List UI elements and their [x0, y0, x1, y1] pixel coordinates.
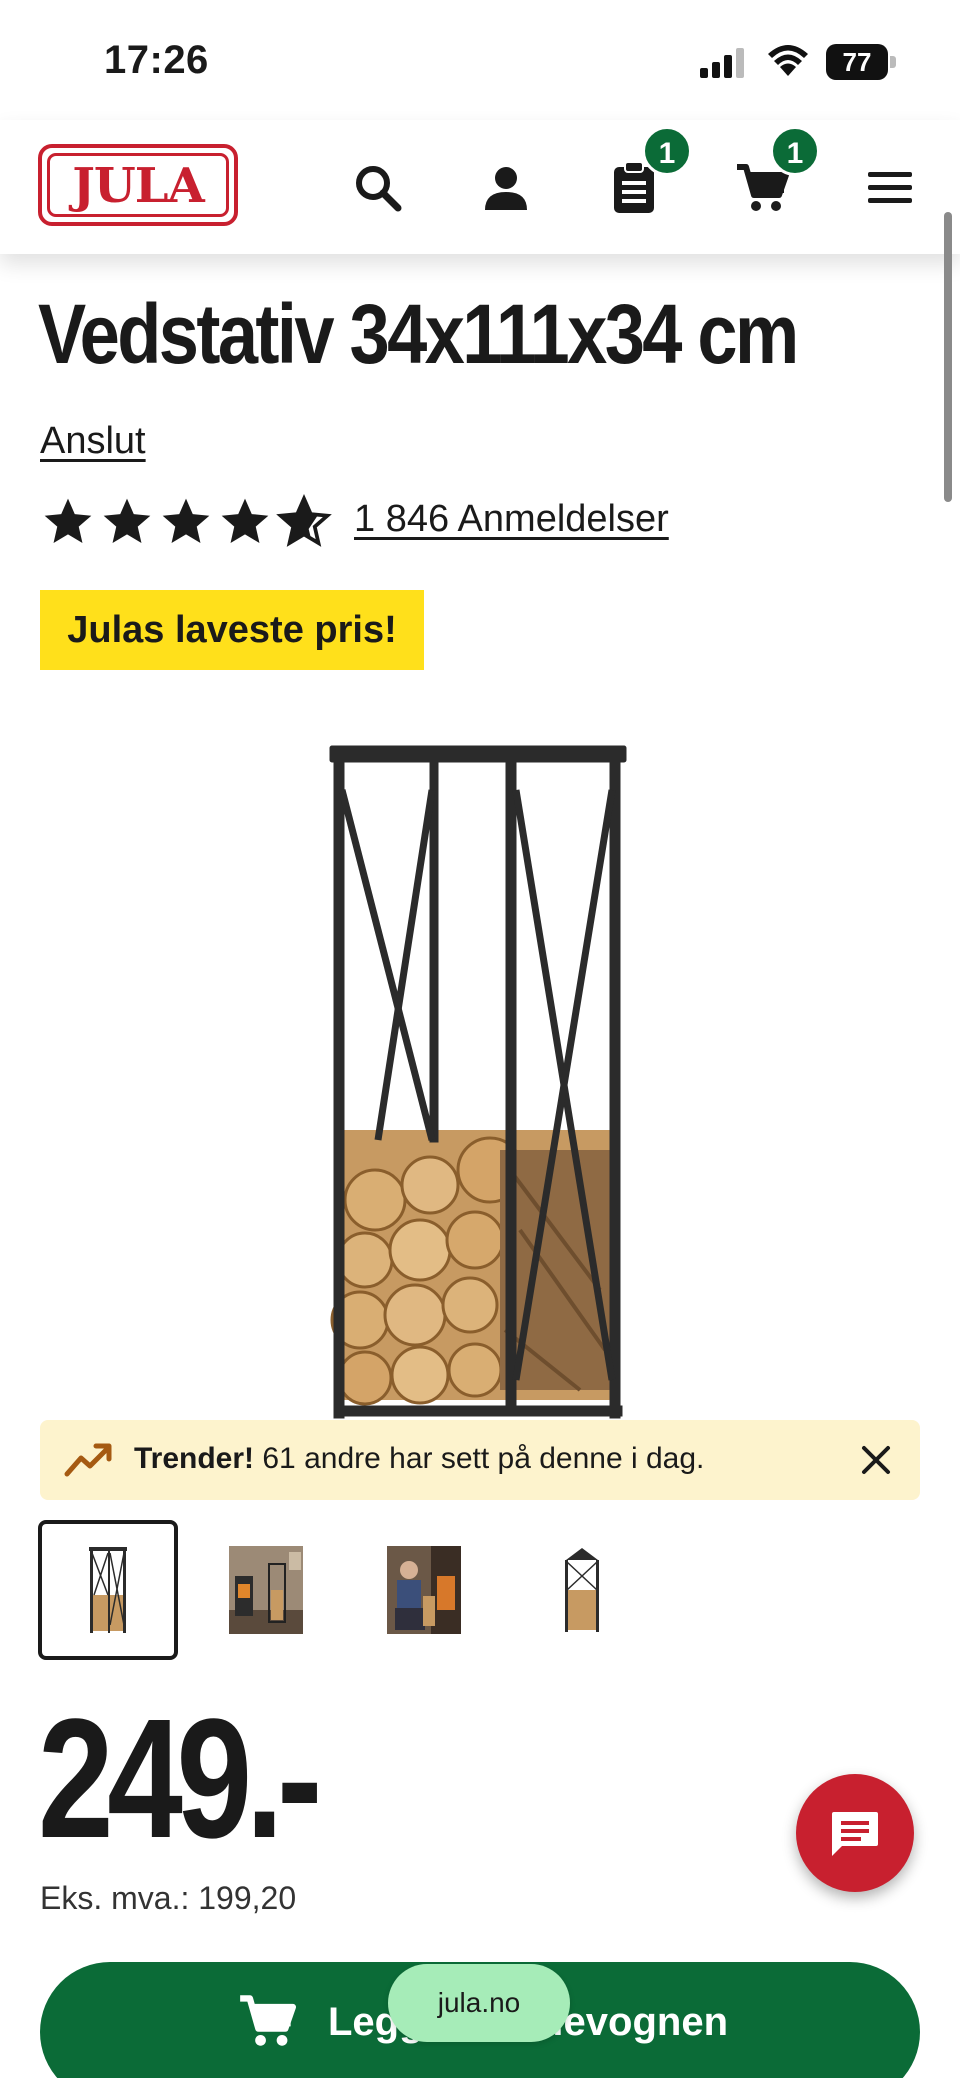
battery-icon: 77: [826, 44, 896, 80]
thumbnail-2[interactable]: [196, 1520, 336, 1660]
trend-label: Trender!: [134, 1442, 255, 1475]
star-icon: [162, 498, 210, 543]
trending-up-icon: [64, 1443, 112, 1477]
thumbnail-image: [387, 1546, 461, 1634]
user-icon: [485, 167, 527, 210]
cart-icon: [240, 1995, 296, 2046]
menu-button[interactable]: [858, 156, 922, 220]
thumbnail-image: [89, 1547, 127, 1633]
star-icon: [221, 498, 269, 543]
cart-button[interactable]: 1: [730, 126, 820, 220]
page-scrollbar[interactable]: [944, 212, 952, 502]
chat-icon: [832, 1812, 878, 1856]
half-star-icon: [276, 494, 332, 547]
thumbnail-3[interactable]: [354, 1520, 494, 1660]
product-price: 249.-: [38, 1684, 322, 1874]
product-image[interactable]: [320, 730, 640, 1430]
thumbnail-image: [229, 1546, 303, 1634]
reviews-link[interactable]: 1 846 Anmeldelser: [354, 498, 669, 541]
logo-text: JULA: [47, 153, 229, 217]
site-header: JULA 1 1: [0, 120, 960, 254]
search-icon: [356, 166, 402, 212]
thumbnail-4[interactable]: [512, 1520, 652, 1660]
account-button[interactable]: [474, 156, 538, 220]
product-title: Vedstativ 34x111x34 cm: [38, 287, 799, 381]
thumbnail-1[interactable]: [38, 1520, 178, 1660]
signal-icon: [700, 48, 744, 78]
chat-button[interactable]: [796, 1774, 914, 1892]
promo-badge: Julas laveste pris!: [40, 590, 424, 670]
status-bar: 17:26 77: [0, 0, 960, 120]
list-count-badge: 1: [642, 126, 692, 176]
trend-message: Trender! 61 andre har sett på denne i da…: [134, 1442, 704, 1476]
shopping-list-button[interactable]: 1: [602, 126, 692, 220]
star-icon: [44, 498, 92, 543]
brand-link[interactable]: Anslut: [40, 420, 146, 463]
trend-banner: Trender! 61 andre har sett på denne i da…: [40, 1420, 920, 1500]
cart-count-badge: 1: [770, 126, 820, 176]
wifi-icon: [768, 45, 808, 76]
hamburger-icon: [868, 172, 912, 203]
thumbnail-image: [565, 1548, 599, 1632]
jula-logo[interactable]: JULA: [38, 144, 238, 226]
price-ex-vat: Eks. mva.: 199,20: [40, 1880, 297, 1916]
search-button[interactable]: [346, 156, 410, 220]
rating-stars[interactable]: [40, 492, 335, 552]
status-time: 17:26: [104, 38, 209, 82]
trend-detail: 61 andre har sett på denne i dag.: [262, 1442, 705, 1475]
close-icon[interactable]: [854, 1438, 898, 1482]
browser-url-pill[interactable]: jula.no: [388, 1964, 570, 2042]
star-icon: [103, 498, 151, 543]
battery-level: 77: [826, 44, 888, 80]
